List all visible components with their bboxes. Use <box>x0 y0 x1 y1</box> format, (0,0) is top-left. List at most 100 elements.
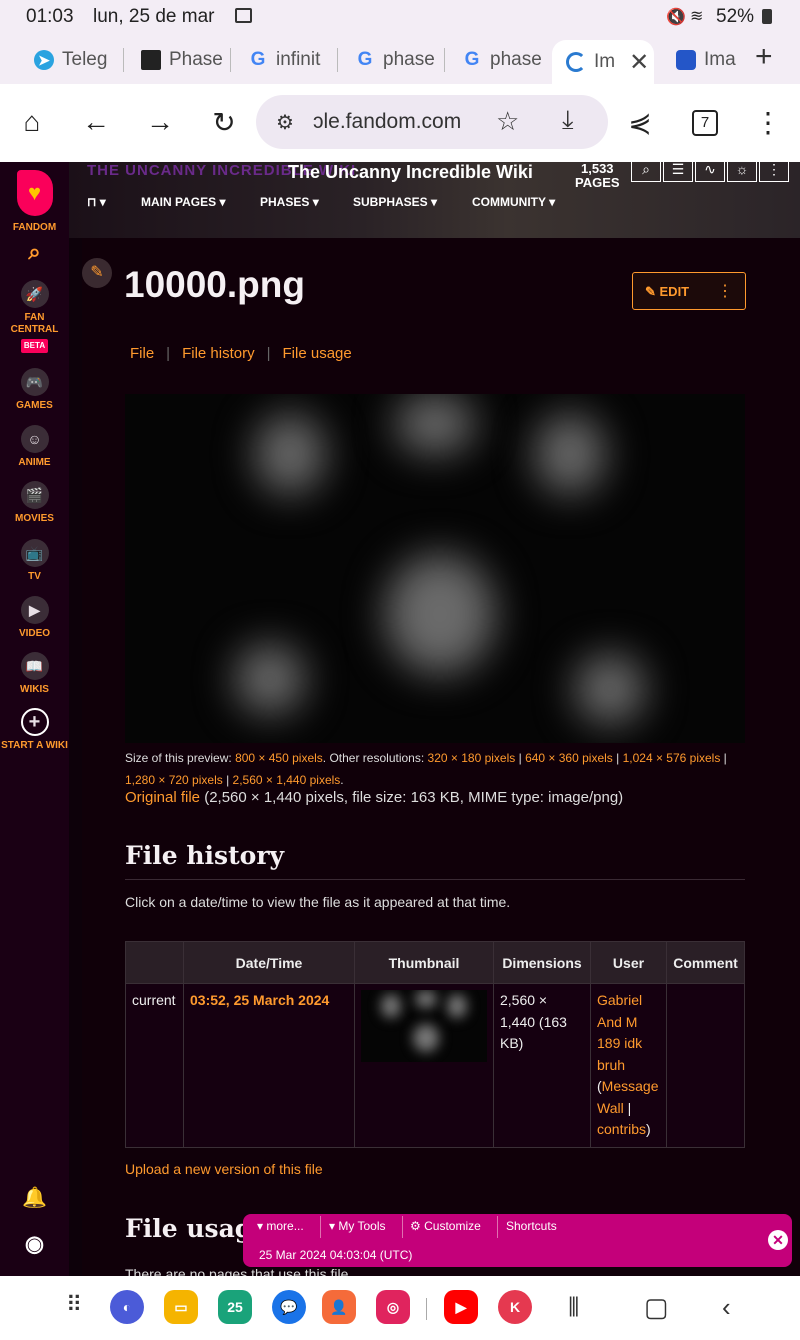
new-tab-button[interactable]: + <box>755 40 773 74</box>
activity-icon[interactable]: ∿ <box>695 162 725 182</box>
samsung-internet-icon[interactable]: ◐ <box>110 1290 144 1324</box>
res-link-640[interactable]: 640 × 360 pixels <box>525 751 613 765</box>
rail-games[interactable]: 🎮 GAMES <box>0 368 69 412</box>
site-settings-icon[interactable]: ⚙ <box>276 110 294 135</box>
page-content: ✎ 10000.png ✎ EDIT ⋮ File | File history | F… <box>82 238 800 1276</box>
url-text[interactable]: ɔle.fandom.com <box>313 110 461 134</box>
bookmark-star-icon[interactable]: ☆ <box>496 106 519 137</box>
kinemaster-icon[interactable]: K <box>498 1290 532 1324</box>
tab-file-history[interactable]: File history <box>182 345 255 362</box>
tab-label: Phase <box>169 49 223 70</box>
rail-movies[interactable]: 🎬 MOVIES <box>0 481 69 525</box>
discuss-icon[interactable]: ☰ <box>663 162 693 182</box>
res-link-1280[interactable]: 1,280 × 720 pixels <box>125 773 223 787</box>
tab-google-infinit[interactable]: G infinit <box>248 40 338 80</box>
youtube-icon[interactable]: ▶ <box>444 1290 478 1324</box>
tab-phase[interactable]: Phase <box>141 40 231 80</box>
res-link-320[interactable]: 320 × 180 pixels <box>428 751 516 765</box>
rail-tv[interactable]: 📺 TV <box>0 539 69 583</box>
recent-apps-icon[interactable]: ⦀ <box>568 1292 579 1324</box>
tab-telegram[interactable]: ➤ Teleg <box>34 40 124 80</box>
res-link-1024[interactable]: 1,024 × 576 pixels <box>623 751 721 765</box>
back-button-icon[interactable]: ‹ <box>722 1292 731 1323</box>
res-link-2560[interactable]: 2,560 × 1,440 pixels <box>233 773 341 787</box>
edit-pencil-icon[interactable]: ✎ <box>82 258 112 288</box>
camera-icon[interactable]: ◎ <box>376 1290 410 1324</box>
tab-active[interactable]: Im ✕ <box>552 40 654 84</box>
original-file-info: Original file (2,560 × 1,440 pixels, fil… <box>125 789 624 806</box>
forward-icon[interactable]: → <box>142 106 178 138</box>
user-link[interactable]: Gabriel And M 189 idk bruh <box>597 992 642 1073</box>
fandom-heart-logo: ♥ <box>16 170 53 216</box>
tab-file[interactable]: File <box>130 345 154 362</box>
app-drawer-icon[interactable]: ⠿ <box>66 1292 82 1318</box>
upload-new-version-link[interactable]: Upload a new version of this file <box>125 1161 323 1177</box>
download-icon[interactable]: ⤓ <box>562 104 574 136</box>
explore-menu-icon[interactable]: ⊓ ▾ <box>87 195 106 209</box>
close-toolbar-icon[interactable]: ✕ <box>768 1230 788 1250</box>
toolbar-shortcuts-button[interactable]: Shortcuts <box>506 1219 557 1233</box>
tab-label: phase <box>490 49 542 70</box>
telegram-icon: ➤ <box>34 50 54 70</box>
tab-count-button[interactable]: 7 <box>692 110 718 136</box>
wiki-name[interactable]: The Uncanny Incredible Wiki <box>288 162 533 183</box>
search-icon[interactable]: ⌕ <box>631 162 661 182</box>
reload-icon[interactable]: ↻ <box>206 106 242 139</box>
user-cell: Gabriel And M 189 idk bruh (Message Wall … <box>590 983 667 1148</box>
back-icon[interactable]: ← <box>78 106 114 138</box>
messages-icon[interactable]: 💬 <box>272 1290 306 1324</box>
tab-strip: ➤ Teleg Phase G infinit G phase G phase … <box>0 34 800 84</box>
col-datetime: Date/Time <box>183 941 355 984</box>
more-icon[interactable]: ⋮ <box>759 162 789 182</box>
nav-main-pages[interactable]: MAIN PAGES ▾ <box>141 195 225 209</box>
notifications-bell-icon[interactable]: 🔔 <box>0 1188 69 1208</box>
preview-size-link[interactable]: 800 × 450 pixels <box>235 751 323 765</box>
nav-phases[interactable]: PHASES ▾ <box>260 195 319 209</box>
rail-anime[interactable]: ☺ ANIME <box>0 425 69 469</box>
table-header-row: Date/Time Thumbnail Dimensions User Comm… <box>125 941 745 984</box>
search-icon[interactable]: ⌕ <box>0 241 69 263</box>
edit-button[interactable]: ✎ EDIT ⋮ <box>632 272 746 310</box>
url-field[interactable]: ⚙ ɔle.fandom.com ☆ ⤓ <box>256 95 608 149</box>
thumbnail-image[interactable] <box>361 990 487 1062</box>
close-tab-icon[interactable]: ✕ <box>629 48 649 77</box>
menu-icon[interactable]: ⋮ <box>750 106 786 139</box>
rail-start-wiki[interactable]: + START A WIKI <box>0 708 69 752</box>
calendar-icon[interactable]: 25 <box>218 1290 252 1324</box>
rail-video[interactable]: ▶ VIDEO <box>0 596 69 640</box>
toolbar-customize-button[interactable]: ⚙ Customize <box>410 1219 481 1233</box>
home-icon[interactable]: ⌂ <box>14 106 50 138</box>
original-file-link[interactable]: Original file <box>125 789 200 806</box>
theme-toggle-icon[interactable]: ☼ <box>727 162 757 182</box>
status-bar: 01:03 lun, 25 de mar 🔇 ≋ 52% <box>0 0 800 34</box>
google-icon: G <box>464 49 480 70</box>
nav-subphases[interactable]: SUBPHASES ▾ <box>353 195 437 209</box>
col-comment: Comment <box>666 941 745 984</box>
clock: 01:03 <box>26 6 74 27</box>
edit-more-icon[interactable]: ⋮ <box>717 281 733 301</box>
share-icon[interactable]: ⋞ <box>622 106 658 139</box>
toolbar-more-button[interactable]: ▾ more... <box>257 1219 304 1233</box>
toolbar-my-tools-button[interactable]: ▾ My Tools <box>329 1219 386 1233</box>
message-wall-link[interactable]: Message Wall <box>597 1078 658 1116</box>
my-files-icon[interactable]: ▭ <box>164 1290 198 1324</box>
tab-file-usage[interactable]: File usage <box>283 345 352 362</box>
tv-icon: 📺 <box>20 539 49 567</box>
user-avatar-icon[interactable]: ◉ <box>0 1233 69 1255</box>
tab-google-phase-2[interactable]: G phase <box>462 40 552 80</box>
wifi-icon: ≋ <box>690 8 704 25</box>
home-button-icon[interactable]: ▢ <box>644 1292 669 1323</box>
tab-huggy[interactable]: Ima <box>676 40 742 80</box>
fandom-home-link[interactable]: ♥ FANDOM <box>0 170 69 234</box>
contribs-link[interactable]: contribs <box>597 1121 646 1137</box>
datetime-link[interactable]: 03:52, 25 March 2024 <box>190 992 329 1008</box>
rail-fan-central[interactable]: 🚀 FAN CENTRAL BETA <box>0 280 69 353</box>
battery-percent: 52% <box>716 6 755 27</box>
file-history-heading: File history <box>125 841 285 870</box>
col-user: User <box>590 941 667 984</box>
rail-wikis[interactable]: 📖 WIKIS <box>0 652 69 696</box>
tab-google-phase-1[interactable]: G phase <box>355 40 445 80</box>
file-preview-image[interactable] <box>125 394 745 743</box>
contacts-icon[interactable]: 👤 <box>322 1290 356 1324</box>
nav-community[interactable]: COMMUNITY ▾ <box>472 195 555 209</box>
